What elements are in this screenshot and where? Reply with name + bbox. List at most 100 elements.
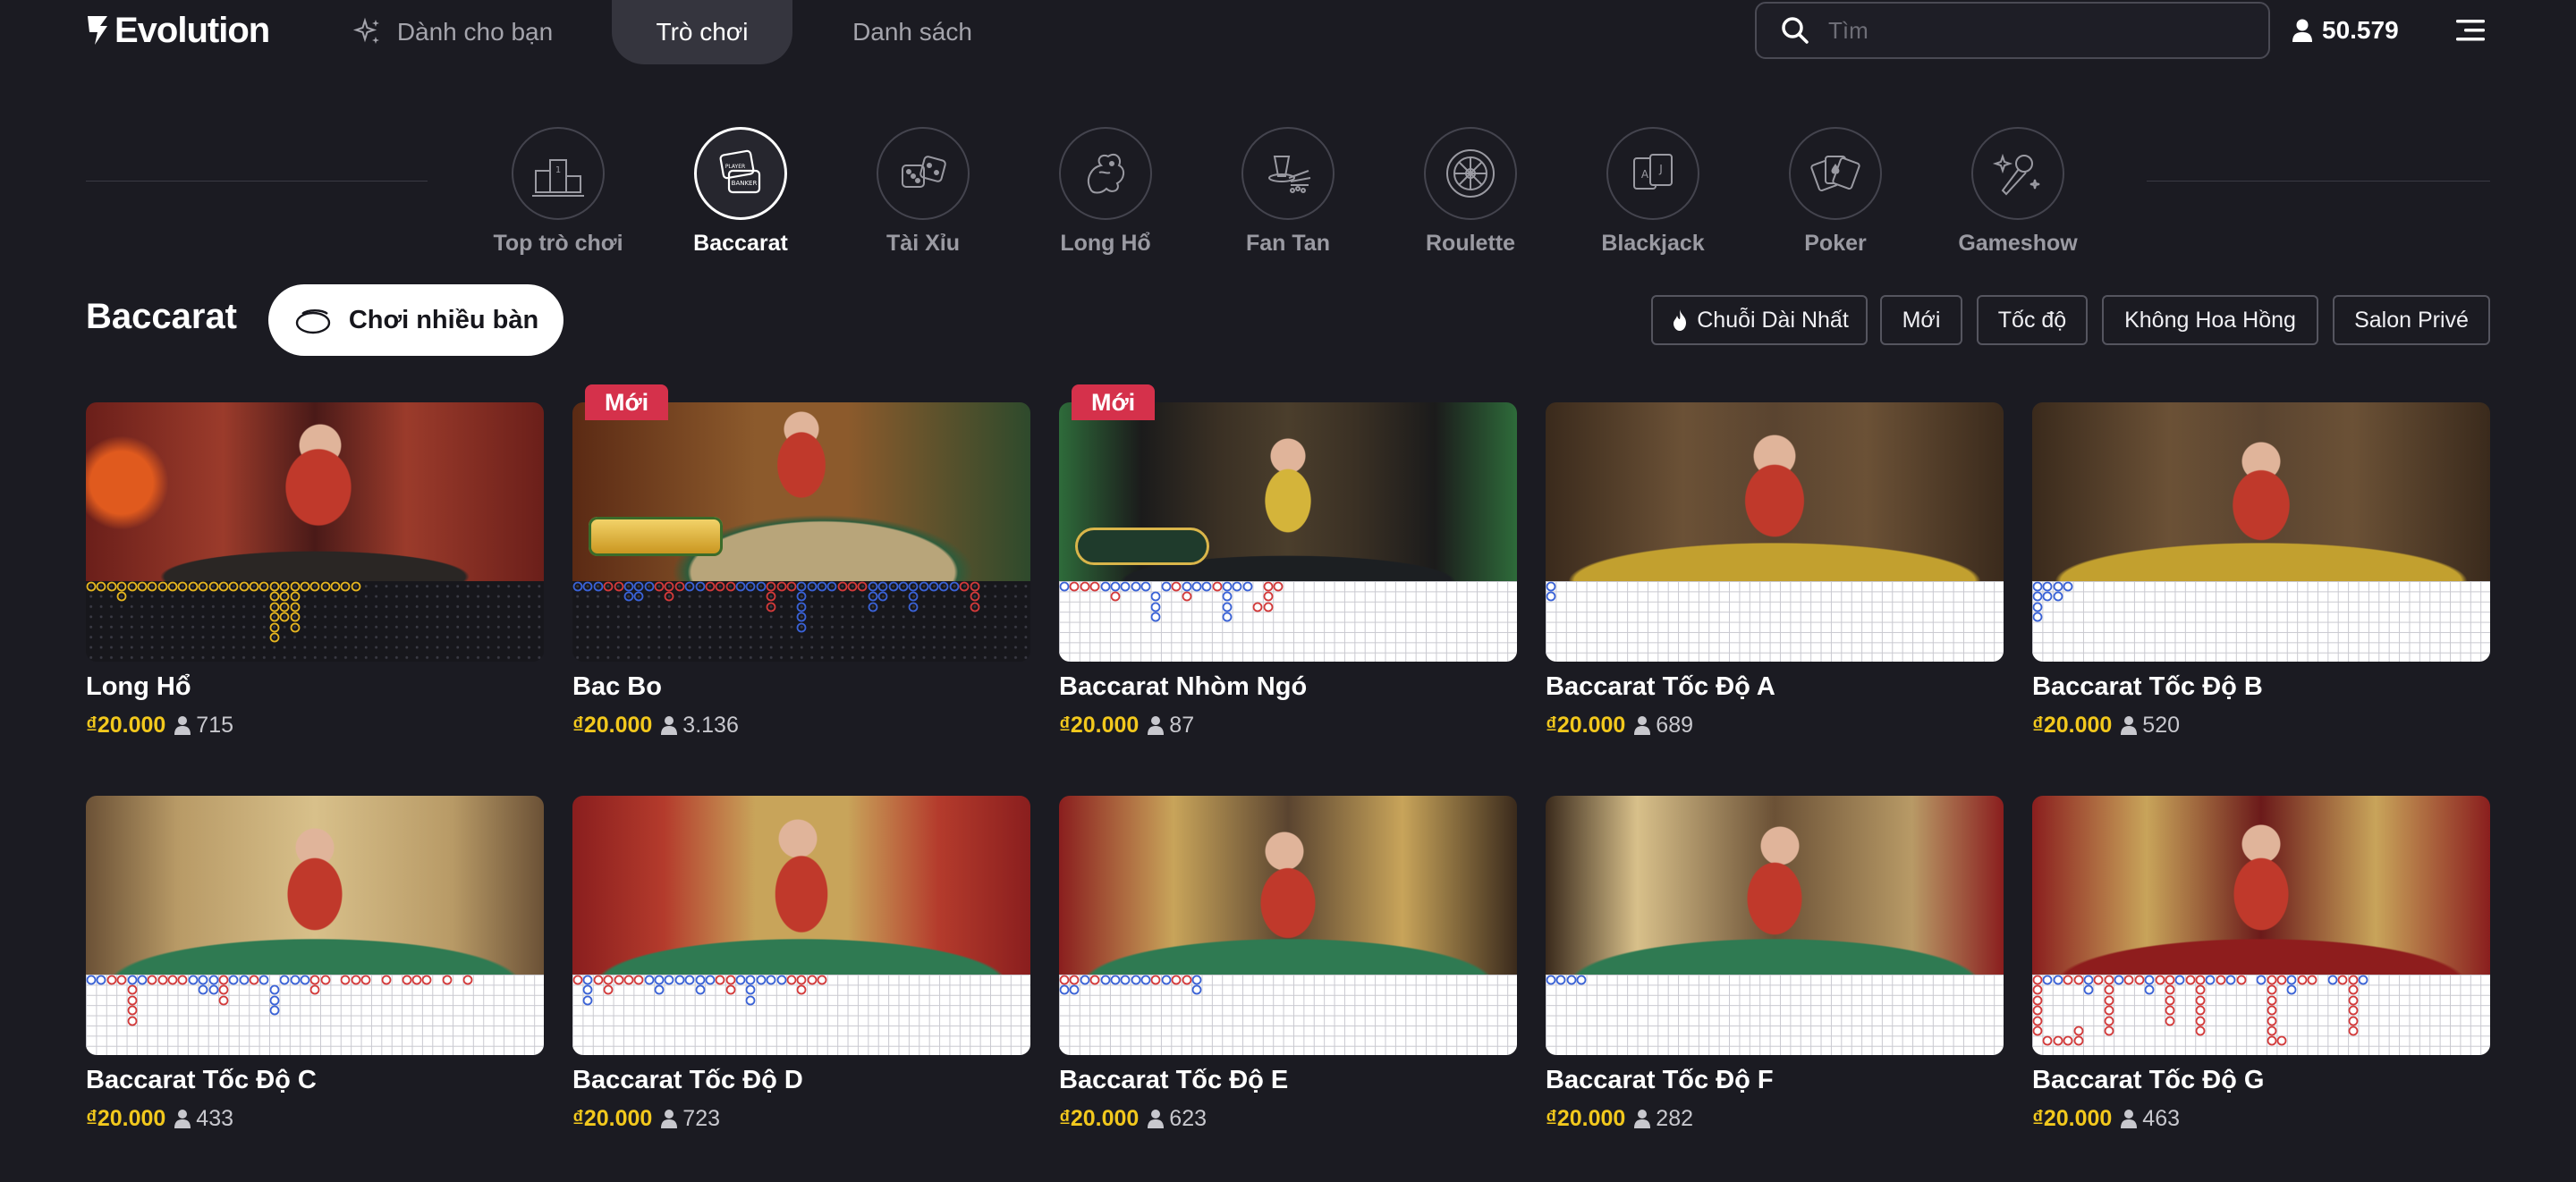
category-top-games[interactable]: 1 Top trò chơi [469, 127, 648, 257]
tab-games-label: Trò chơi [656, 18, 749, 46]
dealer-table-scene [572, 796, 1030, 976]
game-title[interactable]: Baccarat Nhòm Ngó [1059, 672, 1307, 702]
category-label: Poker [1804, 231, 1867, 256]
category-divider-left [86, 181, 428, 182]
category-baccarat-button[interactable]: BANKER PLAYER [694, 127, 787, 220]
user-icon [661, 1110, 678, 1128]
category-label: Baccarat [693, 231, 788, 256]
game-title[interactable]: Baccarat Tốc Độ B [2032, 672, 2263, 702]
min-bet: ₫20.000 [86, 1105, 166, 1131]
filter-no-commission[interactable]: Không Hoa Hồng [2102, 295, 2318, 345]
game-scoreboard [1546, 975, 2004, 1055]
player-count: 520 [2121, 713, 2180, 739]
category-top-games-button[interactable]: 1 [512, 127, 605, 220]
game-thumbnail[interactable] [1546, 402, 2004, 662]
category-fan-tan[interactable]: Fan Tan [1199, 127, 1377, 257]
game-thumbnail[interactable] [86, 402, 544, 662]
filter-label: Không Hoa Hồng [2124, 307, 2296, 333]
player-count-value: 623 [1169, 1105, 1208, 1131]
filter-new[interactable]: Mới [1880, 295, 1962, 345]
category-gameshow-button[interactable] [1971, 127, 2064, 220]
dealer-table-scene [1546, 402, 2004, 583]
game-thumbnail[interactable] [572, 796, 1030, 1055]
category-gameshow[interactable]: Gameshow [1928, 127, 2107, 257]
game-thumbnail[interactable] [1059, 402, 1517, 662]
game-title[interactable]: Baccarat Tốc Độ E [1059, 1066, 1288, 1095]
filter-speed[interactable]: Tốc độ [1977, 295, 2088, 345]
game-thumbnail[interactable] [1059, 796, 1517, 1055]
evolution-logo[interactable]: Evolution [84, 9, 270, 52]
game-card-baccarat-toc-do-c[interactable]: Baccarat Tốc Độ C ₫20.000 433 [86, 796, 544, 1141]
game-thumbnail[interactable] [1546, 796, 2004, 1055]
poker-cards-icon [1810, 156, 1860, 192]
roadmap-beads [86, 975, 473, 1026]
filter-salon-prive[interactable]: Salon Privé [2333, 295, 2490, 345]
roadmap-beads [86, 581, 361, 643]
game-thumbnail[interactable] [2032, 402, 2490, 662]
game-card-baccarat-toc-do-e[interactable]: Baccarat Tốc Độ E ₫20.000 623 [1059, 796, 1517, 1141]
game-card-baccarat-toc-do-a[interactable]: Baccarat Tốc Độ A ₫20.000 689 [1546, 402, 2004, 747]
dragon-tiger-icon [1087, 153, 1124, 194]
min-bet: ₫20.000 [2032, 1105, 2113, 1131]
game-card-baccarat-toc-do-g[interactable]: Baccarat Tốc Độ G ₫20.000 463 [2032, 796, 2490, 1141]
filter-label: Salon Privé [2354, 307, 2469, 333]
player-count-value: 689 [1656, 712, 1694, 738]
category-fan-tan-button[interactable] [1241, 127, 1335, 220]
tab-games[interactable]: Trò chơi [612, 0, 792, 64]
game-card-baccarat-toc-do-d[interactable]: Baccarat Tốc Độ D ₫20.000 723 [572, 796, 1030, 1141]
game-title[interactable]: Baccarat Tốc Độ A [1546, 672, 1775, 702]
svg-text:A: A [1641, 168, 1649, 181]
flame-icon [1674, 309, 1687, 331]
game-thumbnail[interactable] [572, 402, 1030, 662]
category-poker-button[interactable] [1789, 127, 1882, 220]
game-card-baccarat-toc-do-f[interactable]: Baccarat Tốc Độ F ₫20.000 282 [1546, 796, 2004, 1141]
roulette-wheel-icon [1446, 149, 1495, 198]
game-title[interactable]: Bac Bo [572, 672, 662, 702]
menu-button[interactable] [2456, 16, 2488, 45]
category-long-ho[interactable]: Long Hổ [1016, 127, 1195, 257]
category-blackjack[interactable]: A J Blackjack [1563, 127, 1742, 257]
game-card-baccarat-toc-do-b[interactable]: Baccarat Tốc Độ B ₫20.000 520 [2032, 402, 2490, 747]
category-poker[interactable]: Poker [1746, 127, 1925, 257]
tab-list[interactable]: Danh sách [832, 0, 993, 64]
category-baccarat[interactable]: BANKER PLAYER Baccarat [651, 127, 830, 257]
section-title: Baccarat [86, 297, 238, 336]
tab-for-you[interactable]: Dành cho bạn [336, 0, 569, 64]
multi-table-button[interactable]: Chơi nhiều bàn [268, 284, 564, 356]
category-label: Gameshow [1958, 231, 2078, 256]
roadmap-beads [2032, 975, 2368, 1046]
top-header: Evolution Dành cho bạn Trò chơi Danh sác… [0, 0, 2576, 64]
game-title[interactable]: Baccarat Tốc Độ F [1546, 1066, 1774, 1095]
svg-text:J: J [1658, 163, 1663, 175]
game-thumbnail[interactable] [2032, 796, 2490, 1055]
game-title[interactable]: Baccarat Tốc Độ D [572, 1066, 803, 1095]
game-card-baccarat-nhom-ngo[interactable]: Mới Baccarat Nhòm Ngó ₫20.000 87 [1059, 384, 1517, 747]
min-bet: ₫20.000 [1546, 1105, 1626, 1131]
user-icon [1148, 1110, 1165, 1128]
game-card-bac-bo[interactable]: Mới Bac Bo ₫20.000 3.136 [572, 384, 1030, 747]
filter-longest-streak[interactable]: Chuỗi Dài Nhất [1651, 295, 1868, 345]
category-tai-xiu-button[interactable] [877, 127, 970, 220]
category-roulette[interactable]: Roulette [1381, 127, 1560, 257]
game-title[interactable]: Long Hổ [86, 672, 191, 702]
game-title[interactable]: Baccarat Tốc Độ C [86, 1066, 317, 1095]
game-scoreboard [1059, 975, 1517, 1055]
game-meta: ₫20.000 689 [1546, 712, 1693, 739]
game-thumbnail[interactable] [86, 796, 544, 1055]
dealer-table-scene [86, 796, 544, 976]
category-tai-xiu[interactable]: Tài Xỉu [834, 127, 1013, 257]
multi-table-icon [295, 309, 331, 334]
category-long-ho-button[interactable] [1059, 127, 1152, 220]
game-title[interactable]: Baccarat Tốc Độ G [2032, 1066, 2264, 1095]
player-count-value: 463 [2142, 1105, 2181, 1131]
baccarat-cards-icon: BANKER PLAYER [719, 149, 761, 194]
user-icon [2121, 716, 2138, 735]
game-scoreboard [572, 581, 1030, 662]
category-blackjack-button[interactable]: A J [1606, 127, 1699, 220]
game-meta: ₫20.000 623 [1059, 1105, 1207, 1132]
category-roulette-button[interactable] [1424, 127, 1517, 220]
hamburger-menu-icon [2456, 20, 2485, 41]
search-box[interactable] [1755, 2, 2270, 59]
search-input[interactable] [1828, 16, 2240, 45]
game-card-long-ho[interactable]: Long Hổ ₫20.000 715 [86, 402, 544, 747]
